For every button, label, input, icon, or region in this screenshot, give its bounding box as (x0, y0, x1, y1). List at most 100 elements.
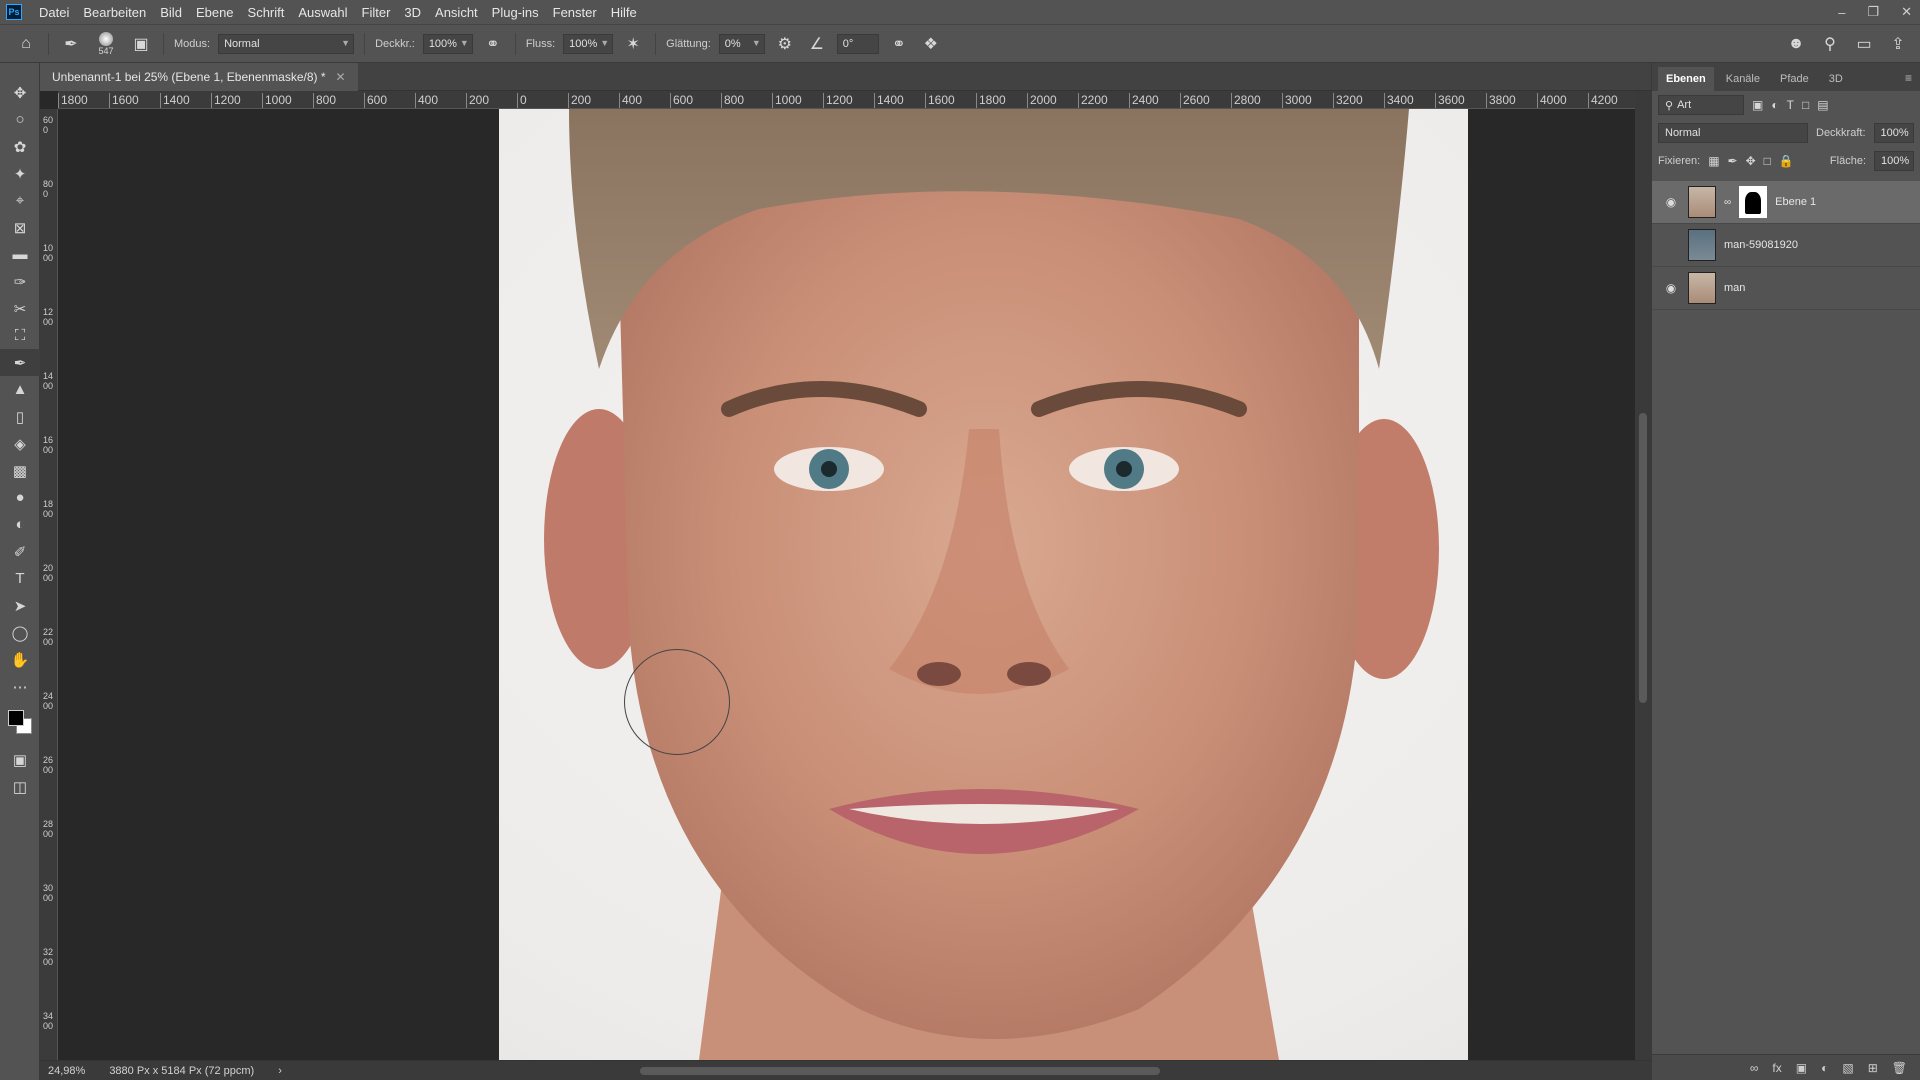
brush-settings-icon[interactable]: ▣ (129, 32, 153, 56)
scrollbar-thumb[interactable] (1639, 413, 1647, 703)
document-canvas-image[interactable] (499, 109, 1468, 1060)
new-layer-icon[interactable]: ⊞ (1868, 1061, 1878, 1075)
filter-pixel-icon[interactable]: ▣ (1752, 98, 1763, 112)
restore-icon[interactable]: ❐ (1867, 4, 1879, 20)
tab-pfade[interactable]: Pfade (1772, 67, 1817, 91)
lock-pixels-icon[interactable]: ✒ (1728, 154, 1738, 168)
layer-row[interactable]: ◉ man (1652, 267, 1920, 310)
layer-name[interactable]: man (1724, 282, 1745, 294)
search-icon[interactable]: ⚲ (1818, 32, 1842, 56)
menu-ansicht[interactable]: Ansicht (428, 5, 485, 20)
gradient-tool-icon[interactable]: ▩ (0, 457, 40, 484)
menu-schrift[interactable]: Schrift (241, 5, 292, 20)
frame-tool-icon[interactable]: ⊠ (0, 214, 40, 241)
eraser-tool-icon[interactable]: ▯ (0, 403, 40, 430)
chevron-right-icon[interactable]: › (278, 1065, 282, 1077)
tab-ebenen[interactable]: Ebenen (1658, 67, 1714, 91)
foreground-color-swatch[interactable] (8, 710, 24, 726)
modus-select[interactable]: Normal ▼ (218, 33, 355, 54)
photoshop-logo[interactable]: Ps (6, 4, 22, 20)
lock-artboard-icon[interactable]: □ (1764, 154, 1771, 168)
path-selection-tool-icon[interactable]: ➤ (0, 592, 40, 619)
home-icon[interactable]: ⌂ (14, 32, 38, 56)
layer-name[interactable]: Ebene 1 (1775, 196, 1816, 208)
fx-icon[interactable]: fx (1772, 1061, 1781, 1075)
gear-icon[interactable]: ⚙ (773, 32, 797, 56)
link-layers-icon[interactable]: ∞ (1750, 1061, 1759, 1075)
layer-filter-select[interactable]: ⚲ Art (1658, 95, 1744, 115)
hand-tool-icon[interactable]: ✋ (0, 646, 40, 673)
magic-wand-tool-icon[interactable]: ✦ (0, 160, 40, 187)
minimize-icon[interactable]: – (1838, 5, 1845, 20)
brush-size-picker[interactable]: 547 (91, 31, 121, 56)
eyedropper-tool-icon[interactable]: ✑ (0, 268, 40, 295)
zoom-level[interactable]: 24,98% (48, 1065, 85, 1077)
share-user-icon[interactable]: ☻ (1784, 32, 1808, 56)
glaettung-input[interactable]: 0% ▼ (718, 33, 765, 54)
pen-tool-icon[interactable]: ✐ (0, 538, 40, 565)
filter-shape-icon[interactable]: □ (1802, 98, 1809, 112)
layer-row[interactable]: man-59081920 (1652, 224, 1920, 267)
brush-tool-icon[interactable]: ✒ (0, 349, 40, 376)
airbrush-icon[interactable]: ✶ (621, 32, 645, 56)
workspace-icon[interactable]: ▭ (1852, 32, 1876, 56)
opacity-input[interactable]: 100% (1873, 123, 1914, 143)
document-tab[interactable]: Unbenannt-1 bei 25% (Ebene 1, Ebenenmask… (40, 63, 358, 91)
menu-datei[interactable]: Datei (32, 5, 76, 20)
more-tools-icon[interactable]: ⋯ (0, 673, 40, 700)
vertical-scrollbar[interactable] (1635, 91, 1651, 1060)
menu-bild[interactable]: Bild (153, 5, 189, 20)
close-icon[interactable]: ✕ (336, 70, 346, 84)
tab-kanaele[interactable]: Kanäle (1718, 67, 1768, 91)
lasso-tool-icon[interactable]: ✿ (0, 133, 40, 160)
crop-tool-icon[interactable]: ⌖ (0, 187, 40, 214)
menu-fenster[interactable]: Fenster (546, 5, 604, 20)
close-icon[interactable]: ✕ (1901, 4, 1912, 20)
angle-input[interactable]: 0° (836, 33, 879, 54)
layer-thumbnail[interactable] (1688, 229, 1716, 261)
eye-icon[interactable]: ◉ (1662, 195, 1680, 209)
toolbar-grip[interactable] (0, 63, 39, 79)
lock-transparent-icon[interactable]: ▦ (1708, 154, 1719, 168)
blend-mode-select[interactable]: Normal (1658, 123, 1808, 143)
adjustment-layer-icon[interactable]: ◐ (1821, 1061, 1828, 1075)
layer-mask-thumbnail[interactable] (1739, 186, 1768, 218)
filter-adjustment-icon[interactable]: ◐ (1771, 98, 1778, 112)
filter-type-icon[interactable]: T (1787, 98, 1794, 112)
layer-thumbnail[interactable] (1688, 272, 1716, 304)
dodge-tool-icon[interactable]: ◐ (0, 511, 40, 538)
pressure-opacity-icon[interactable]: ⚭ (481, 32, 505, 56)
delete-icon[interactable]: 🗑 (1892, 1061, 1907, 1075)
move-tool-icon[interactable]: ✥ (0, 79, 40, 106)
filter-smart-object-icon[interactable]: ▤ (1817, 98, 1828, 112)
paint-bucket-tool-icon[interactable]: ◈ (0, 430, 40, 457)
menu-plugins[interactable]: Plug-ins (485, 5, 546, 20)
layer-thumbnail[interactable] (1688, 186, 1716, 218)
chain-link-icon[interactable]: ∞ (1724, 197, 1731, 208)
layer-row[interactable]: ◉ ∞ Ebene 1 (1652, 181, 1920, 224)
tab-3d[interactable]: 3D (1821, 67, 1851, 91)
menu-auswahl[interactable]: Auswahl (291, 5, 354, 20)
marquee-tool-icon[interactable]: ○ (0, 106, 40, 133)
eye-icon[interactable]: ◉ (1662, 281, 1680, 295)
quick-mask-icon[interactable]: ▣ (0, 746, 40, 773)
menu-bearbeiten[interactable]: Bearbeiten (76, 5, 153, 20)
add-mask-icon[interactable]: ▣ (1796, 1061, 1807, 1075)
horizontal-scrollbar-thumb[interactable] (640, 1067, 1160, 1075)
screen-mode-icon[interactable]: ◫ (0, 773, 40, 800)
pressure-size-icon[interactable]: ⚭ (887, 32, 911, 56)
fill-input[interactable]: 100% (1874, 151, 1914, 171)
menu-ebene[interactable]: Ebene (189, 5, 241, 20)
content-aware-tool-icon[interactable]: ✂ (0, 295, 40, 322)
type-tool-icon[interactable]: T (0, 565, 40, 592)
lock-position-icon[interactable]: ✥ (1746, 154, 1756, 168)
blur-tool-icon[interactable]: ● (0, 484, 40, 511)
canvas-area[interactable] (58, 109, 1635, 1060)
share-icon[interactable]: ⇪ (1886, 32, 1910, 56)
new-group-icon[interactable]: ▧ (1842, 1061, 1853, 1075)
menu-filter[interactable]: Filter (355, 5, 398, 20)
menu-3d[interactable]: 3D (397, 5, 428, 20)
brush-tool-preset-icon[interactable]: ✒ (59, 32, 83, 56)
panel-menu-icon[interactable]: ≡ (1897, 65, 1920, 91)
clone-stamp-tool-icon[interactable]: ▲ (0, 376, 40, 403)
